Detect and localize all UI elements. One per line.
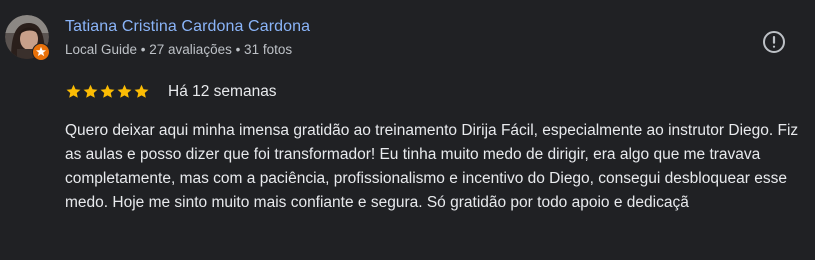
star-icon	[66, 84, 81, 98]
star-icon	[100, 84, 115, 98]
review-card: Tatiana Cristina Cardona Cardona Local G…	[0, 0, 815, 260]
exclamation-circle-icon[interactable]	[761, 29, 787, 55]
star-icon	[134, 84, 149, 98]
star-icon	[117, 84, 132, 98]
avatar[interactable]	[5, 15, 51, 61]
author-meta: Local Guide • 27 avaliações • 31 fotos	[65, 42, 293, 57]
local-guide-badge-icon	[32, 43, 50, 61]
star-rating	[65, 83, 150, 101]
star-icon	[83, 84, 98, 98]
review-text: Quero deixar aqui minha imensa gratidão …	[65, 122, 799, 211]
author-name-link[interactable]: Tatiana Cristina Cardona Cardona	[65, 18, 310, 36]
review-time: Há 12 semanas	[168, 83, 277, 100]
